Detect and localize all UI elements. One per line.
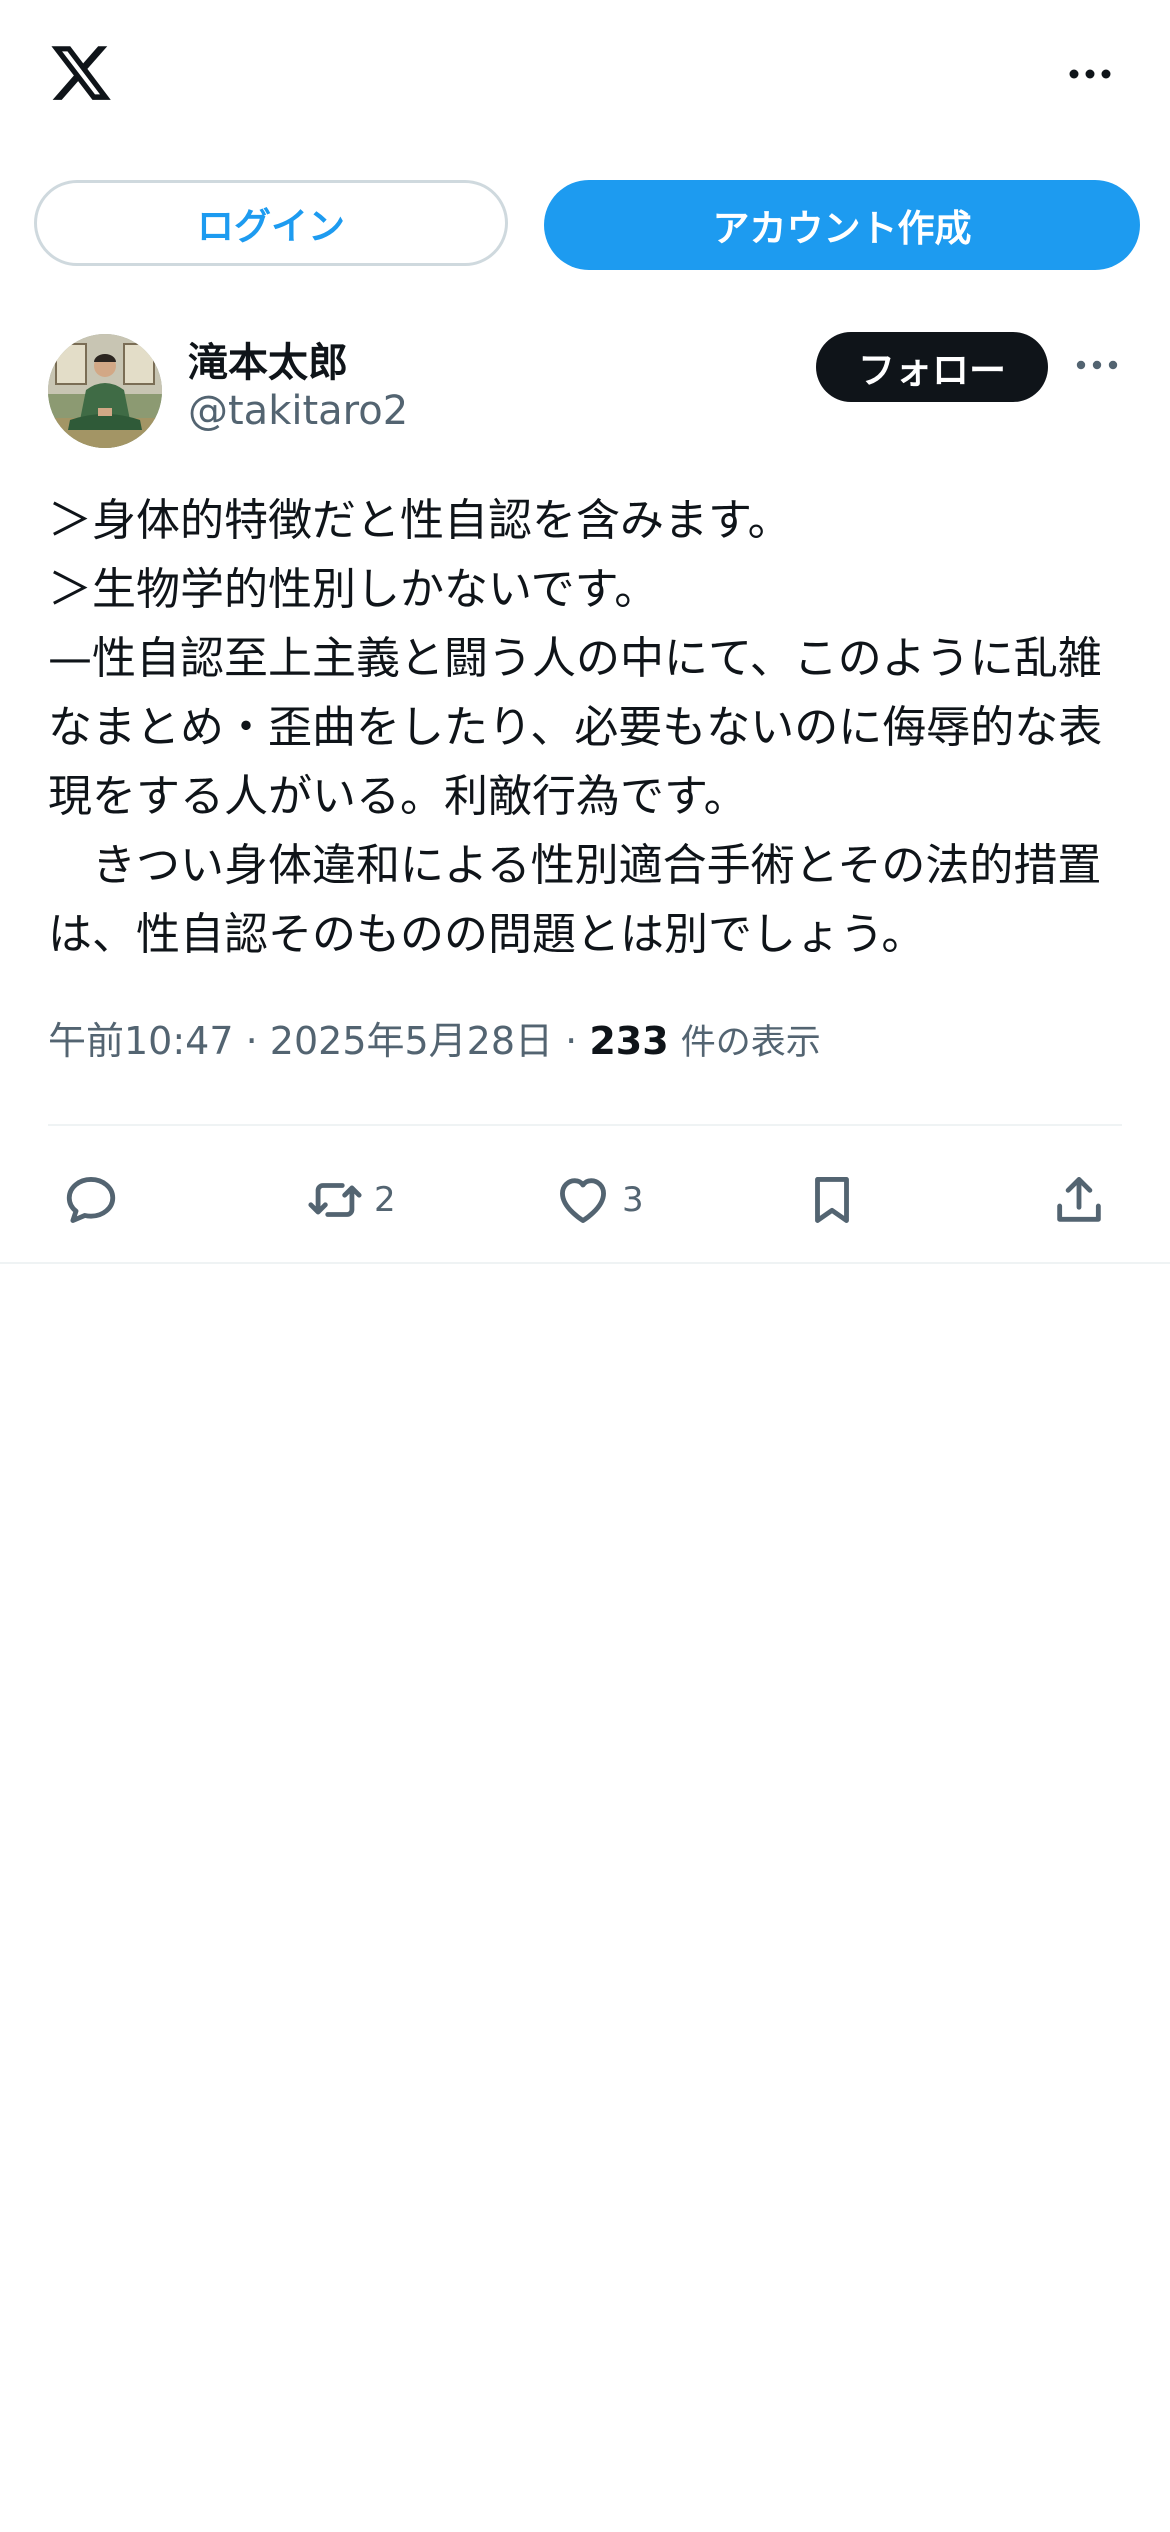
- post-more-icon[interactable]: [1074, 350, 1120, 380]
- views-count: 233: [589, 1019, 669, 1063]
- signup-button[interactable]: アカウント作成: [544, 180, 1140, 270]
- follow-button[interactable]: フォロー: [816, 332, 1048, 402]
- share-icon: [1057, 1177, 1101, 1222]
- post-text: ＞身体的特徴だと性自認を含みます。 ＞生物学的性別しかないです。 —性自認至上主…: [48, 495, 1103, 960]
- reply-icon: [66, 1177, 116, 1223]
- repost-count: 2: [374, 1180, 396, 1220]
- meta-separator: ·: [245, 1019, 258, 1063]
- reply-button[interactable]: [62, 1150, 120, 1250]
- login-button[interactable]: ログイン: [34, 180, 508, 266]
- meta-separator: ·: [565, 1019, 578, 1063]
- bookmark-button[interactable]: [803, 1150, 861, 1250]
- bookmark-icon: [815, 1177, 849, 1223]
- like-button[interactable]: 3: [554, 1150, 644, 1250]
- views-label: 件の表示: [680, 1023, 821, 1063]
- author-name[interactable]: 滝本太郎: [188, 330, 348, 388]
- share-button[interactable]: [1050, 1150, 1108, 1250]
- like-count: 3: [622, 1180, 644, 1220]
- action-bar: 2 3: [0, 1150, 1170, 1250]
- x-logo-icon[interactable]: [48, 40, 114, 106]
- post-date[interactable]: 2025年5月28日: [270, 1019, 553, 1063]
- post-time[interactable]: 午前10:47: [48, 1019, 234, 1063]
- post-meta: 午前10:47 · 2025年5月28日 · 233 件の表示: [48, 1010, 821, 1065]
- top-bar: [0, 0, 1170, 150]
- post-bottom-divider: [0, 1262, 1170, 1264]
- author-handle[interactable]: @takitaro2: [188, 388, 408, 434]
- repost-icon: [308, 1183, 362, 1217]
- divider: [48, 1124, 1122, 1126]
- repost-button[interactable]: 2: [306, 1150, 396, 1250]
- auth-buttons: ログイン アカウント作成: [34, 180, 1140, 270]
- heart-icon: [560, 1178, 606, 1223]
- avatar[interactable]: [48, 334, 162, 448]
- avatar-image: [48, 334, 162, 448]
- more-horizontal-icon[interactable]: [1066, 58, 1114, 90]
